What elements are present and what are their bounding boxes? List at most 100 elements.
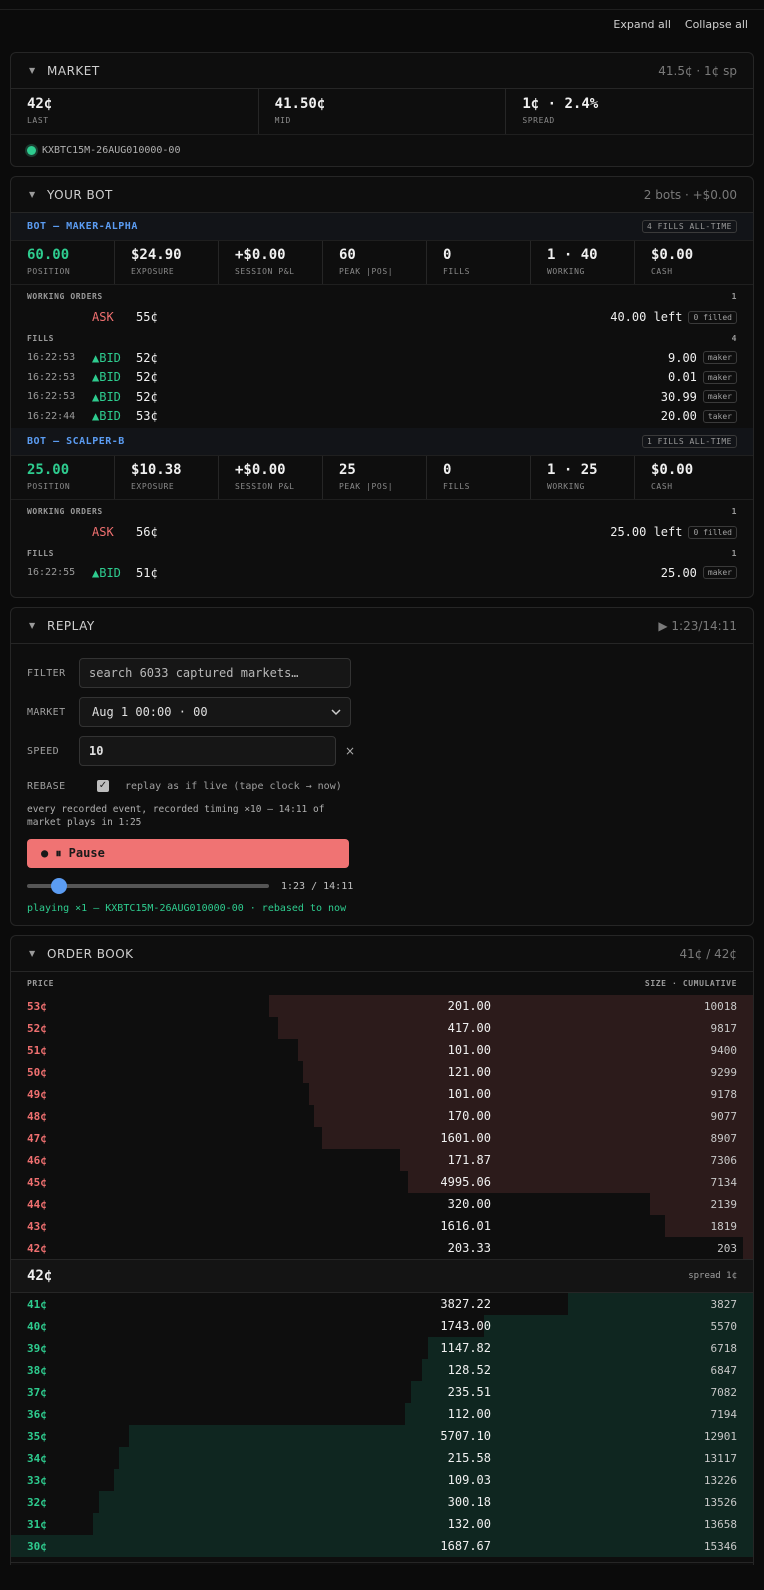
replay-body: FILTER search 6033 captured markets… MAR… — [11, 644, 753, 925]
book-size: 1616.01 — [440, 1219, 491, 1233]
book-size: 3827.22 — [440, 1297, 491, 1311]
playing-status: playing ×1 — KXBTC15M-26AUG010000-00 · r… — [27, 903, 347, 914]
book-size: 112.00 — [447, 1407, 491, 1421]
chevron-down-icon — [331, 709, 341, 716]
order-right: 25.00 left 0 filled — [610, 525, 737, 539]
filter-input[interactable]: search 6033 captured markets… — [79, 658, 351, 688]
orderbook-header[interactable]: ▼ ORDER BOOK 41¢ / 42¢ — [11, 936, 753, 972]
speed-input[interactable]: 10 — [79, 736, 336, 766]
stat-peak-pos: 60 PEAK |POS| — [323, 241, 427, 284]
book-size: 121.00 — [447, 1065, 491, 1079]
fill-price: 52¢ — [136, 350, 158, 365]
fills-header: FILLS 4 — [11, 328, 753, 348]
top-divider — [0, 0, 764, 10]
fill-kind-pill: maker — [702, 566, 737, 580]
ask-row: 47¢ 1601.00 8907 — [11, 1127, 753, 1149]
order-filled-pill: 0 filled — [688, 310, 737, 324]
collapse-all-button[interactable]: Collapse all — [685, 18, 748, 51]
book-price: 37¢ — [27, 1385, 47, 1399]
bot-header[interactable]: ▼ YOUR BOT 2 bots · +$0.00 — [11, 177, 753, 213]
order-price: 55¢ — [136, 310, 158, 324]
market-select[interactable]: Aug 1 00:00 · 00 — [79, 697, 351, 727]
fills-count: 4 — [731, 333, 737, 343]
book-cumulative: 7082 — [710, 1385, 738, 1399]
replay-header[interactable]: ▼ REPLAY ▶ 1:23/14:11 — [11, 608, 753, 644]
panel-divider — [10, 1562, 754, 1563]
book-cumulative: 10018 — [703, 999, 737, 1013]
stat-label: FILLS — [443, 482, 471, 491]
book-cumulative: 2139 — [710, 1197, 738, 1211]
book-size: 1687.67 — [440, 1539, 491, 1553]
fills-count: 1 — [731, 548, 737, 558]
order-filled-pill: 0 filled — [688, 525, 737, 539]
working-order-row: ASK 55¢ 40.00 left 0 filled — [11, 306, 753, 328]
stat-value: 1 · 40 — [547, 247, 598, 263]
market-header[interactable]: ▼ MARKET 41.5¢ · 1¢ sp — [11, 53, 753, 89]
stat-value: 42¢ — [27, 96, 53, 112]
slider-track[interactable] — [27, 878, 269, 894]
ask-row: 50¢ 121.00 9299 — [11, 1061, 753, 1083]
replay-panel: ▼ REPLAY ▶ 1:23/14:11 FILTER search 6033… — [10, 607, 754, 926]
bid-row: 41¢ 3827.22 3827 — [11, 1293, 753, 1315]
book-cumulative: 15346 — [703, 1539, 737, 1553]
toolbar: Expand all Collapse all — [0, 10, 764, 51]
book-price: 36¢ — [27, 1407, 47, 1421]
book-size: 101.00 — [447, 1043, 491, 1057]
book-price: 38¢ — [27, 1363, 47, 1377]
fill-side: ▲BID — [92, 350, 121, 365]
book-price: 42¢ — [27, 1241, 47, 1255]
fills-label: FILLS — [27, 548, 55, 558]
chevron-down-icon[interactable]: ▼ — [29, 621, 47, 630]
fill-row: 16:22:55 ▲BID 51¢ 25.00 maker — [11, 563, 753, 583]
fill-right: 30.99 maker — [661, 390, 737, 404]
fill-price: 52¢ — [136, 389, 158, 404]
price-header: PRICE — [27, 979, 55, 988]
book-cumulative: 13658 — [703, 1517, 737, 1531]
stat-label: CASH — [651, 482, 673, 491]
stat-exposure: $24.90 EXPOSURE — [115, 241, 219, 284]
rebase-checkbox[interactable]: ✓ — [97, 780, 109, 792]
expand-all-button[interactable]: Expand all — [613, 18, 671, 51]
fill-row: 16:22:53 ▲BID 52¢ 9.00 maker — [11, 348, 753, 368]
pause-button[interactable]: ● ⏸ Pause — [27, 839, 349, 868]
chevron-down-icon[interactable]: ▼ — [29, 66, 47, 75]
stat-peak-pos: 25 PEAK |POS| — [323, 456, 427, 499]
ask-row: 46¢ 171.87 7306 — [11, 1149, 753, 1171]
fill-qty: 20.00 — [660, 409, 697, 424]
stat-cash: $0.00 CASH — [635, 456, 739, 499]
ask-row: 45¢ 4995.06 7134 — [11, 1171, 753, 1193]
ask-row: 44¢ 320.00 2139 — [11, 1193, 753, 1215]
stat-value: 0 — [443, 247, 452, 263]
working-orders-header: WORKING ORDERS 1 — [11, 286, 753, 306]
book-size: 201.00 — [447, 999, 491, 1013]
book-price: 45¢ — [27, 1175, 47, 1189]
mid-price: 42¢ — [27, 1268, 53, 1284]
stat-value: +$0.00 — [235, 462, 286, 478]
book-size: 235.51 — [447, 1385, 491, 1399]
book-price: 53¢ — [27, 999, 47, 1013]
fill-price: 51¢ — [136, 565, 158, 580]
fill-side: ▲BID — [92, 409, 121, 424]
chevron-down-icon[interactable]: ▼ — [29, 190, 47, 199]
fill-kind-pill: maker — [702, 370, 737, 384]
stat-label: POSITION — [27, 267, 71, 276]
bid-row: 39¢ 1147.82 6718 — [11, 1337, 753, 1359]
book-cumulative: 13526 — [703, 1495, 737, 1509]
stat-value: 60.00 — [27, 247, 70, 263]
speed-clear-button[interactable]: × — [345, 744, 355, 758]
fill-row: 16:22:53 ▲BID 52¢ 30.99 maker — [11, 387, 753, 407]
slider-thumb[interactable] — [51, 878, 67, 894]
fill-time: 16:22:53 — [27, 391, 76, 403]
stat-fills: 0 FILLS — [427, 456, 531, 499]
bot-stats: 60.00 POSITION $24.90 EXPOSURE +$0.00 SESSION… — [11, 241, 753, 285]
fill-price: 52¢ — [136, 370, 158, 385]
fill-right: 9.00 maker — [668, 351, 737, 365]
stat-value: 0 — [443, 462, 452, 478]
fill-right: 25.00 maker — [661, 566, 737, 580]
market-row: MARKET Aug 1 00:00 · 00 — [27, 697, 737, 727]
ask-row: 52¢ 417.00 9817 — [11, 1017, 753, 1039]
book-cumulative: 5570 — [710, 1319, 738, 1333]
fills-header: FILLS 1 — [11, 543, 753, 563]
chevron-down-icon[interactable]: ▼ — [29, 949, 47, 958]
speed-label: SPEED — [27, 745, 60, 757]
